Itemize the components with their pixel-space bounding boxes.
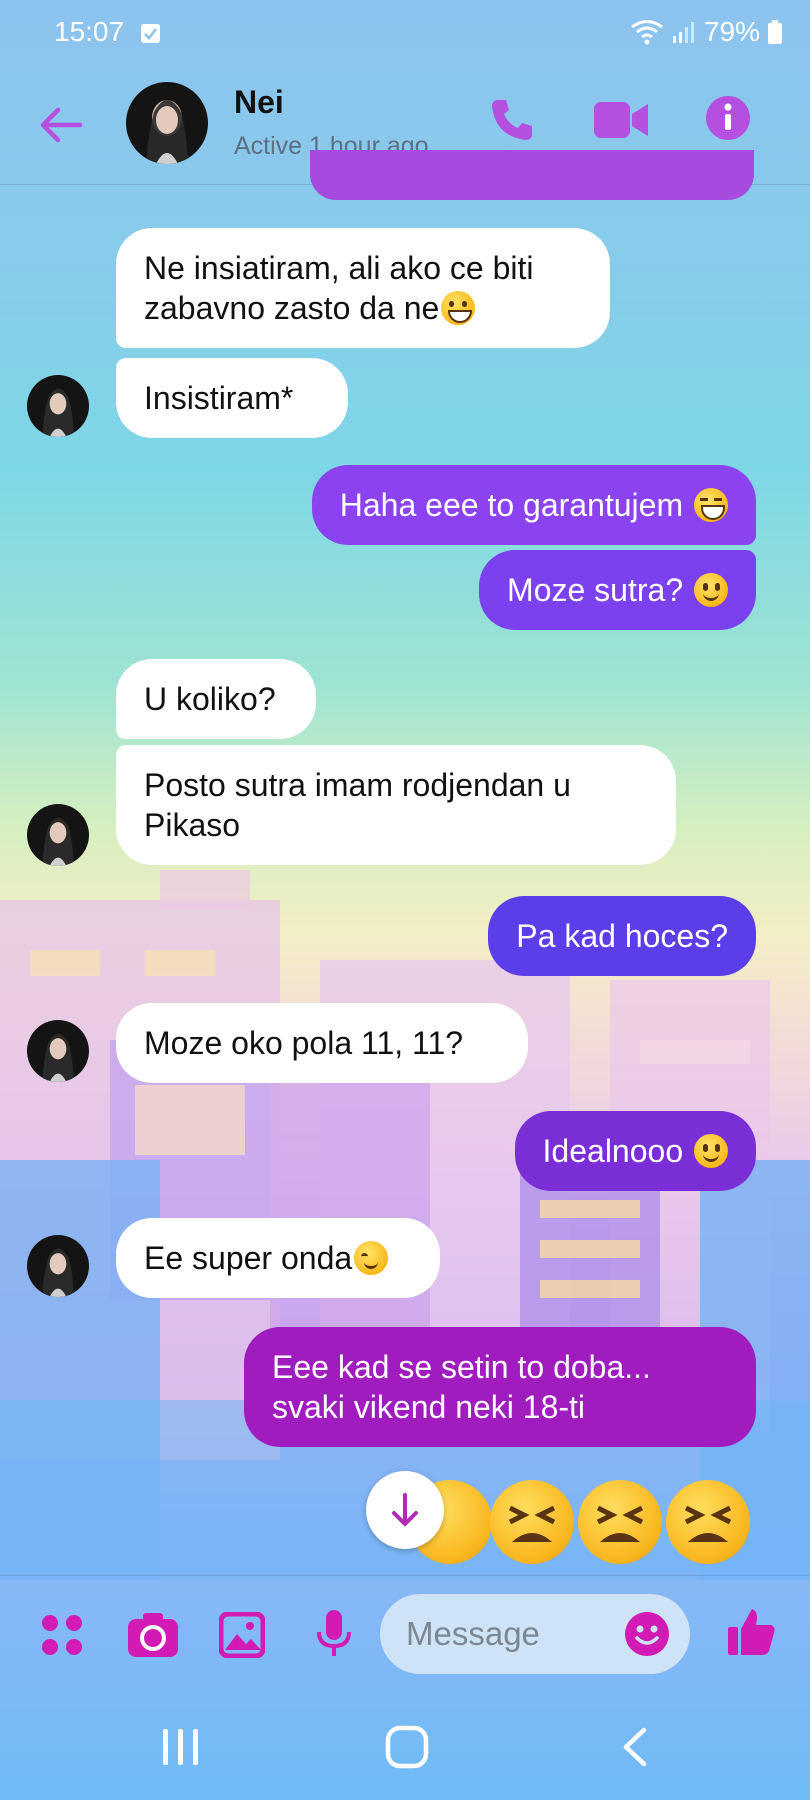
arrow-down-icon	[392, 1493, 418, 1526]
battery-icon	[768, 20, 782, 44]
status-indicators: 79%	[630, 16, 782, 48]
message-bubble-incoming[interactable]: Insistiram*	[116, 358, 348, 438]
contact-name[interactable]: Nei	[234, 84, 284, 121]
contact-avatar-small[interactable]	[27, 1020, 89, 1082]
battery-percent: 79%	[703, 16, 760, 47]
scroll-to-bottom-button[interactable]	[366, 1471, 444, 1549]
message-text: Ne insiatiram, ali ako ce biti zabavno z…	[144, 250, 534, 326]
smiling-face-icon	[694, 573, 728, 607]
message-text: Insistiram*	[144, 380, 294, 416]
message-text: Posto sutra imam rodjendan u Pikaso	[144, 767, 571, 843]
contact-avatar-small[interactable]	[27, 804, 89, 866]
message-text: Ee super onda	[144, 1240, 353, 1276]
contact-avatar-small[interactable]	[27, 375, 89, 437]
status-bar: 15:07 79%	[0, 0, 810, 72]
message-bubble-incoming[interactable]: U koliko?	[116, 659, 316, 739]
blushing-face-icon	[354, 1241, 389, 1275]
message-bubble-outgoing[interactable]: Pa kad hoces?	[488, 896, 756, 976]
recent-apps-icon[interactable]	[160, 1727, 202, 1767]
smiling-face-icon	[694, 1134, 728, 1168]
message-bubble-outgoing[interactable]: Haha eee to garantujem	[311, 465, 756, 545]
message-bubble-incoming[interactable]: Ee super onda	[116, 1218, 440, 1298]
emoji-picker-icon[interactable]	[624, 1611, 670, 1657]
message-text: Eee kad se setin to doba... svaki vikend…	[272, 1349, 651, 1425]
camera-icon[interactable]	[128, 1611, 178, 1657]
wifi-icon	[631, 20, 663, 45]
message-text: Haha eee to garantujem	[339, 487, 692, 523]
system-navigation-bar	[0, 1697, 810, 1800]
contact-avatar-small[interactable]	[27, 1235, 89, 1297]
message-text: Pa kad hoces?	[516, 918, 728, 954]
back-nav-icon[interactable]	[620, 1727, 650, 1767]
message-bubble-incoming[interactable]: Ne insiatiram, ali ako ce biti zabavno z…	[116, 228, 610, 348]
apps-menu-icon[interactable]	[40, 1613, 84, 1657]
message-bubble-outgoing[interactable]: Eee kad se setin to doba... svaki vikend…	[244, 1327, 756, 1447]
message-text: U koliko?	[144, 681, 276, 717]
info-icon[interactable]	[704, 94, 752, 142]
phone-call-icon[interactable]	[488, 96, 536, 144]
tired-face-icon	[578, 1480, 662, 1564]
tears-of-joy-icon	[694, 488, 728, 522]
message-bubble-outgoing[interactable]: Moze sutra?	[479, 550, 756, 630]
back-arrow-icon[interactable]	[38, 102, 84, 148]
status-time: 15:07	[54, 16, 125, 47]
message-list[interactable]: Ne insiatiram, ali ako ce biti zabavno z…	[0, 185, 810, 1575]
message-composer	[0, 1575, 810, 1698]
grinning-face-icon	[441, 291, 476, 325]
signal-icon	[672, 22, 694, 43]
thumbs-up-icon[interactable]	[726, 1607, 776, 1657]
video-call-icon[interactable]	[594, 100, 648, 140]
contact-avatar[interactable]	[126, 82, 208, 164]
message-bubble-incoming[interactable]: Posto sutra imam rodjendan u Pikaso	[116, 745, 676, 865]
gallery-icon[interactable]	[219, 1612, 265, 1658]
message-text: Moze oko pola 11, 11?	[144, 1025, 464, 1061]
message-bubble-incoming[interactable]: Moze oko pola 11, 11?	[116, 1003, 528, 1083]
tired-face-icon	[490, 1480, 574, 1564]
notification-check-icon	[141, 24, 160, 43]
message-text: Idealnooo	[542, 1133, 692, 1169]
microphone-icon[interactable]	[316, 1608, 352, 1658]
home-icon[interactable]	[385, 1725, 429, 1769]
tired-face-icon	[666, 1480, 750, 1564]
message-bubble-outgoing[interactable]: Idealnooo	[514, 1111, 756, 1191]
message-text: Moze sutra?	[507, 572, 692, 608]
